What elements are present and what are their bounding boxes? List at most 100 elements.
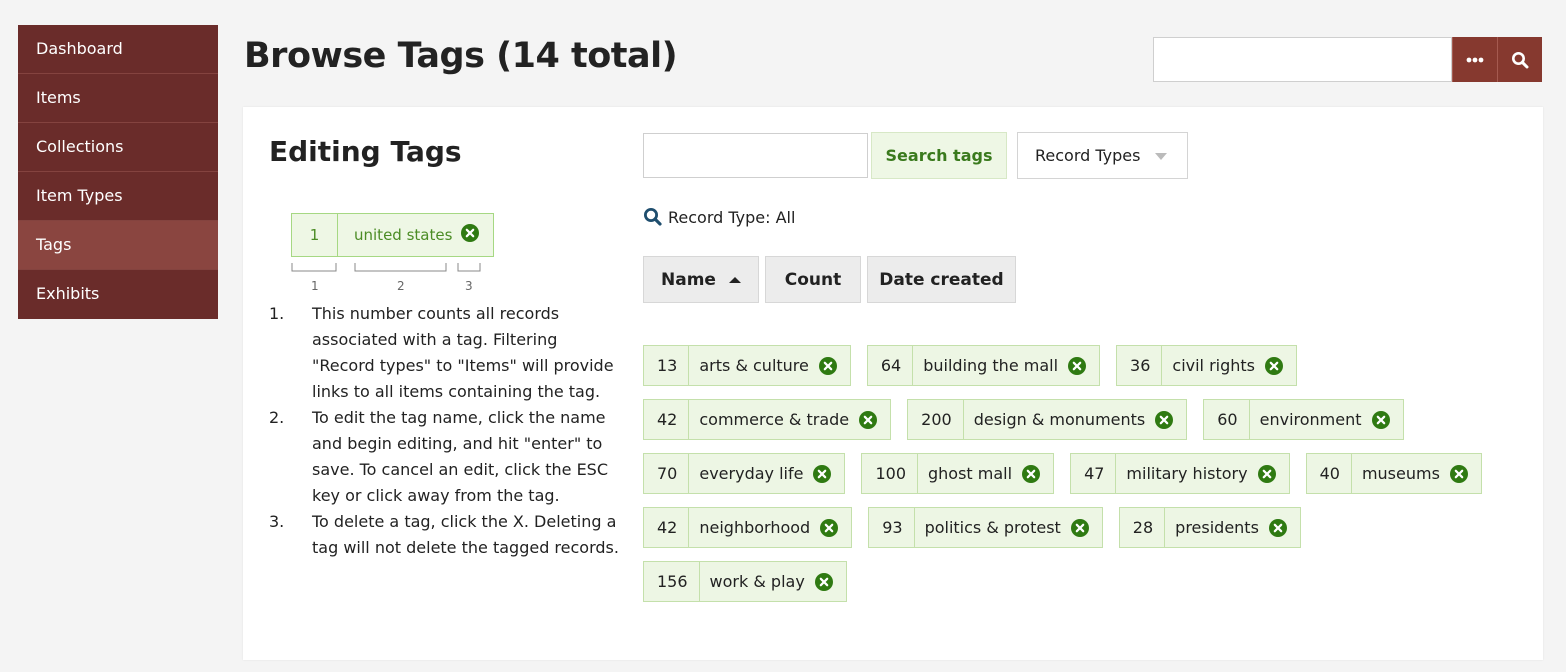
delete-tag-icon[interactable] [1155, 410, 1174, 429]
tag-count[interactable]: 47 [1071, 454, 1117, 493]
tag-name[interactable]: museums [1352, 464, 1450, 483]
sort-ascending-icon [728, 276, 741, 283]
delete-tag-icon[interactable] [814, 572, 833, 591]
tag-count[interactable]: 93 [869, 508, 915, 547]
tag-item[interactable]: 40 museums [1305, 453, 1482, 494]
tag-name[interactable]: presidents [1165, 518, 1269, 537]
tag-name[interactable]: commerce & trade [689, 410, 859, 429]
tag-name[interactable]: neighborhood [689, 518, 820, 537]
example-tag-count: 1 [292, 214, 338, 256]
tag-name[interactable]: politics & protest [915, 518, 1071, 537]
tag-item[interactable]: 100 ghost mall [861, 453, 1055, 494]
legend-number: 3 [465, 279, 473, 293]
legend-number: 1 [311, 279, 319, 293]
tag-count[interactable]: 42 [644, 400, 690, 439]
help-step-text: To edit the tag name, click the name and… [312, 408, 609, 505]
sidebar-item-exhibits[interactable]: Exhibits [18, 270, 218, 319]
sort-by-date-button[interactable]: Date created [867, 256, 1016, 303]
tag-count[interactable]: 40 [1307, 454, 1352, 493]
sort-name-label: Name [661, 269, 716, 290]
tag-count[interactable]: 28 [1120, 508, 1166, 547]
more-dots-icon [1466, 57, 1484, 62]
delete-tag-icon[interactable] [1371, 410, 1390, 429]
delete-tag-icon[interactable] [1449, 464, 1468, 483]
tag-count[interactable]: 13 [644, 346, 690, 385]
sidebar-item-items[interactable]: Items [18, 74, 218, 123]
tag-count[interactable]: 70 [644, 454, 690, 493]
tag-item[interactable]: 42 neighborhood [643, 507, 853, 548]
sidebar-item-dashboard[interactable]: Dashboard [18, 25, 218, 74]
tag-name[interactable]: design & monuments [964, 410, 1156, 429]
delete-tag-icon[interactable] [1070, 518, 1089, 537]
delete-tag-icon[interactable] [1265, 356, 1284, 375]
tag-item[interactable]: 60 environment [1203, 399, 1404, 440]
sidebar-nav: Dashboard Items Collections Item Types T… [18, 25, 218, 319]
delete-tag-icon[interactable] [1022, 464, 1041, 483]
delete-tag-icon[interactable] [1068, 356, 1087, 375]
tag-name[interactable]: civil rights [1162, 356, 1265, 375]
tag-row: 42 commerce & trade 200 design & monuments 6… [643, 399, 1523, 440]
tag-list: 13 arts & culture 64 building the mall 36 civ… [643, 345, 1523, 615]
tag-row: 42 neighborhood 93 politics & protest 28 pres… [643, 507, 1523, 548]
tag-item[interactable]: 64 building the mall [866, 345, 1101, 386]
tag-count[interactable]: 64 [868, 346, 914, 385]
example-tag: 1 united states [291, 213, 494, 257]
tag-item[interactable]: 36 civil rights [1116, 345, 1298, 386]
tag-item[interactable]: 156 work & play [643, 561, 847, 602]
active-filter: Record Type: All [643, 207, 795, 227]
help-step: 1. This number counts all records associ… [269, 301, 619, 405]
delete-tag-icon[interactable] [1257, 464, 1276, 483]
delete-tag-icon[interactable] [859, 410, 878, 429]
tag-row: 13 arts & culture 64 building the mall 36 civ… [643, 345, 1523, 386]
search-tags-button[interactable]: Search tags [871, 132, 1007, 179]
global-search-input[interactable] [1153, 37, 1452, 82]
caret-down-icon [1155, 153, 1167, 160]
search-icon [1512, 51, 1529, 68]
tags-panel: Editing Tags 1 united states 1 2 3 1. Th… [243, 107, 1543, 660]
tag-count[interactable]: 100 [862, 454, 918, 493]
sidebar-item-item-types[interactable]: Item Types [18, 172, 218, 221]
tag-count[interactable]: 200 [908, 400, 964, 439]
sort-by-count-button[interactable]: Count [765, 256, 861, 303]
tag-count[interactable]: 36 [1117, 346, 1163, 385]
tag-item[interactable]: 70 everyday life [643, 453, 846, 494]
tag-count[interactable]: 60 [1204, 400, 1250, 439]
help-step: 2. To edit the tag name, click the name … [269, 405, 619, 509]
tag-name[interactable]: ghost mall [918, 464, 1022, 483]
tag-name[interactable]: arts & culture [689, 356, 819, 375]
tag-search-input[interactable] [643, 133, 868, 178]
tag-item[interactable]: 13 arts & culture [643, 345, 851, 386]
tag-row: 70 everyday life 100 ghost mall 47 military h… [643, 453, 1523, 494]
example-tag-name: united states [354, 226, 453, 244]
sidebar-item-tags[interactable]: Tags [18, 221, 218, 270]
delete-tag-icon[interactable] [820, 518, 839, 537]
help-step-number: 3. [269, 512, 285, 531]
tag-item[interactable]: 93 politics & protest [868, 507, 1103, 548]
editing-tags-heading: Editing Tags [269, 135, 462, 168]
tag-item[interactable]: 42 commerce & trade [643, 399, 892, 440]
tag-name[interactable]: environment [1250, 410, 1372, 429]
tag-item[interactable]: 28 presidents [1118, 507, 1301, 548]
record-types-select[interactable]: Record Types [1017, 132, 1188, 179]
tag-name[interactable]: work & play [700, 572, 815, 591]
tag-item[interactable]: 47 military history [1070, 453, 1290, 494]
delete-tag-icon[interactable] [1268, 518, 1287, 537]
delete-tag-icon[interactable] [818, 356, 837, 375]
help-step: 3. To delete a tag, click the X. Deletin… [269, 509, 619, 561]
legend-number: 2 [397, 279, 405, 293]
search-submit-button[interactable] [1497, 37, 1542, 82]
delete-circle-icon [461, 224, 479, 246]
delete-tag-icon[interactable] [813, 464, 832, 483]
sort-by-name-button[interactable]: Name [643, 256, 759, 303]
tag-item[interactable]: 200 design & monuments [907, 399, 1188, 440]
help-step-number: 2. [269, 408, 285, 427]
advanced-search-button[interactable] [1452, 37, 1497, 82]
sidebar-item-collections[interactable]: Collections [18, 123, 218, 172]
help-step-text: To delete a tag, click the X. Deleting a… [312, 512, 619, 557]
tag-name[interactable]: military history [1116, 464, 1257, 483]
search-icon [644, 208, 662, 226]
tag-count[interactable]: 42 [644, 508, 690, 547]
tag-name[interactable]: everyday life [689, 464, 813, 483]
tag-name[interactable]: building the mall [913, 356, 1068, 375]
tag-count[interactable]: 156 [644, 562, 700, 601]
